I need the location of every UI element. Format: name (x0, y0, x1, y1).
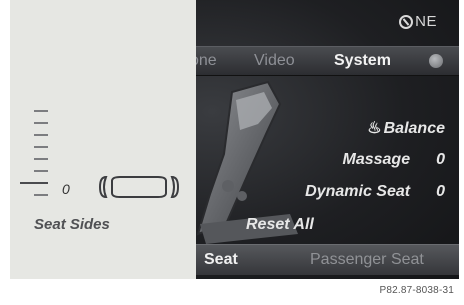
menu-item-system[interactable]: System (334, 52, 391, 70)
compass-indicator: NE (399, 13, 437, 30)
figure-caption: P82.87-8038-31 (379, 285, 454, 296)
option-dynamic-seat[interactable]: Dynamic Seat 0 (305, 183, 445, 201)
seat-sides-panel: 0 Seat Sides (10, 0, 196, 279)
tab-seat[interactable]: Seat (204, 251, 238, 269)
reset-all-button[interactable]: Reset All (246, 216, 314, 234)
tab-passenger-seat[interactable]: Passenger Seat (310, 251, 424, 269)
balance-label: Balance (383, 120, 445, 137)
seat-sides-icon (98, 175, 180, 199)
balance-icon: ♨ (367, 120, 382, 137)
massage-value: 0 (436, 151, 445, 168)
seat-sides-label: Seat Sides (34, 216, 110, 233)
dynamic-seat-value: 0 (436, 183, 445, 200)
massage-label: Massage (342, 151, 411, 168)
compass-heading: NE (415, 13, 437, 30)
menu-more-icon[interactable] (429, 54, 443, 68)
dynamic-seat-label: Dynamic Seat (305, 183, 411, 200)
option-balance[interactable]: ♨ Balance (367, 118, 445, 138)
menu-item-video[interactable]: Video (254, 52, 295, 70)
compass-icon (399, 14, 414, 29)
seat-sides-value: 0 (62, 181, 70, 197)
option-massage[interactable]: Massage 0 (343, 151, 446, 169)
